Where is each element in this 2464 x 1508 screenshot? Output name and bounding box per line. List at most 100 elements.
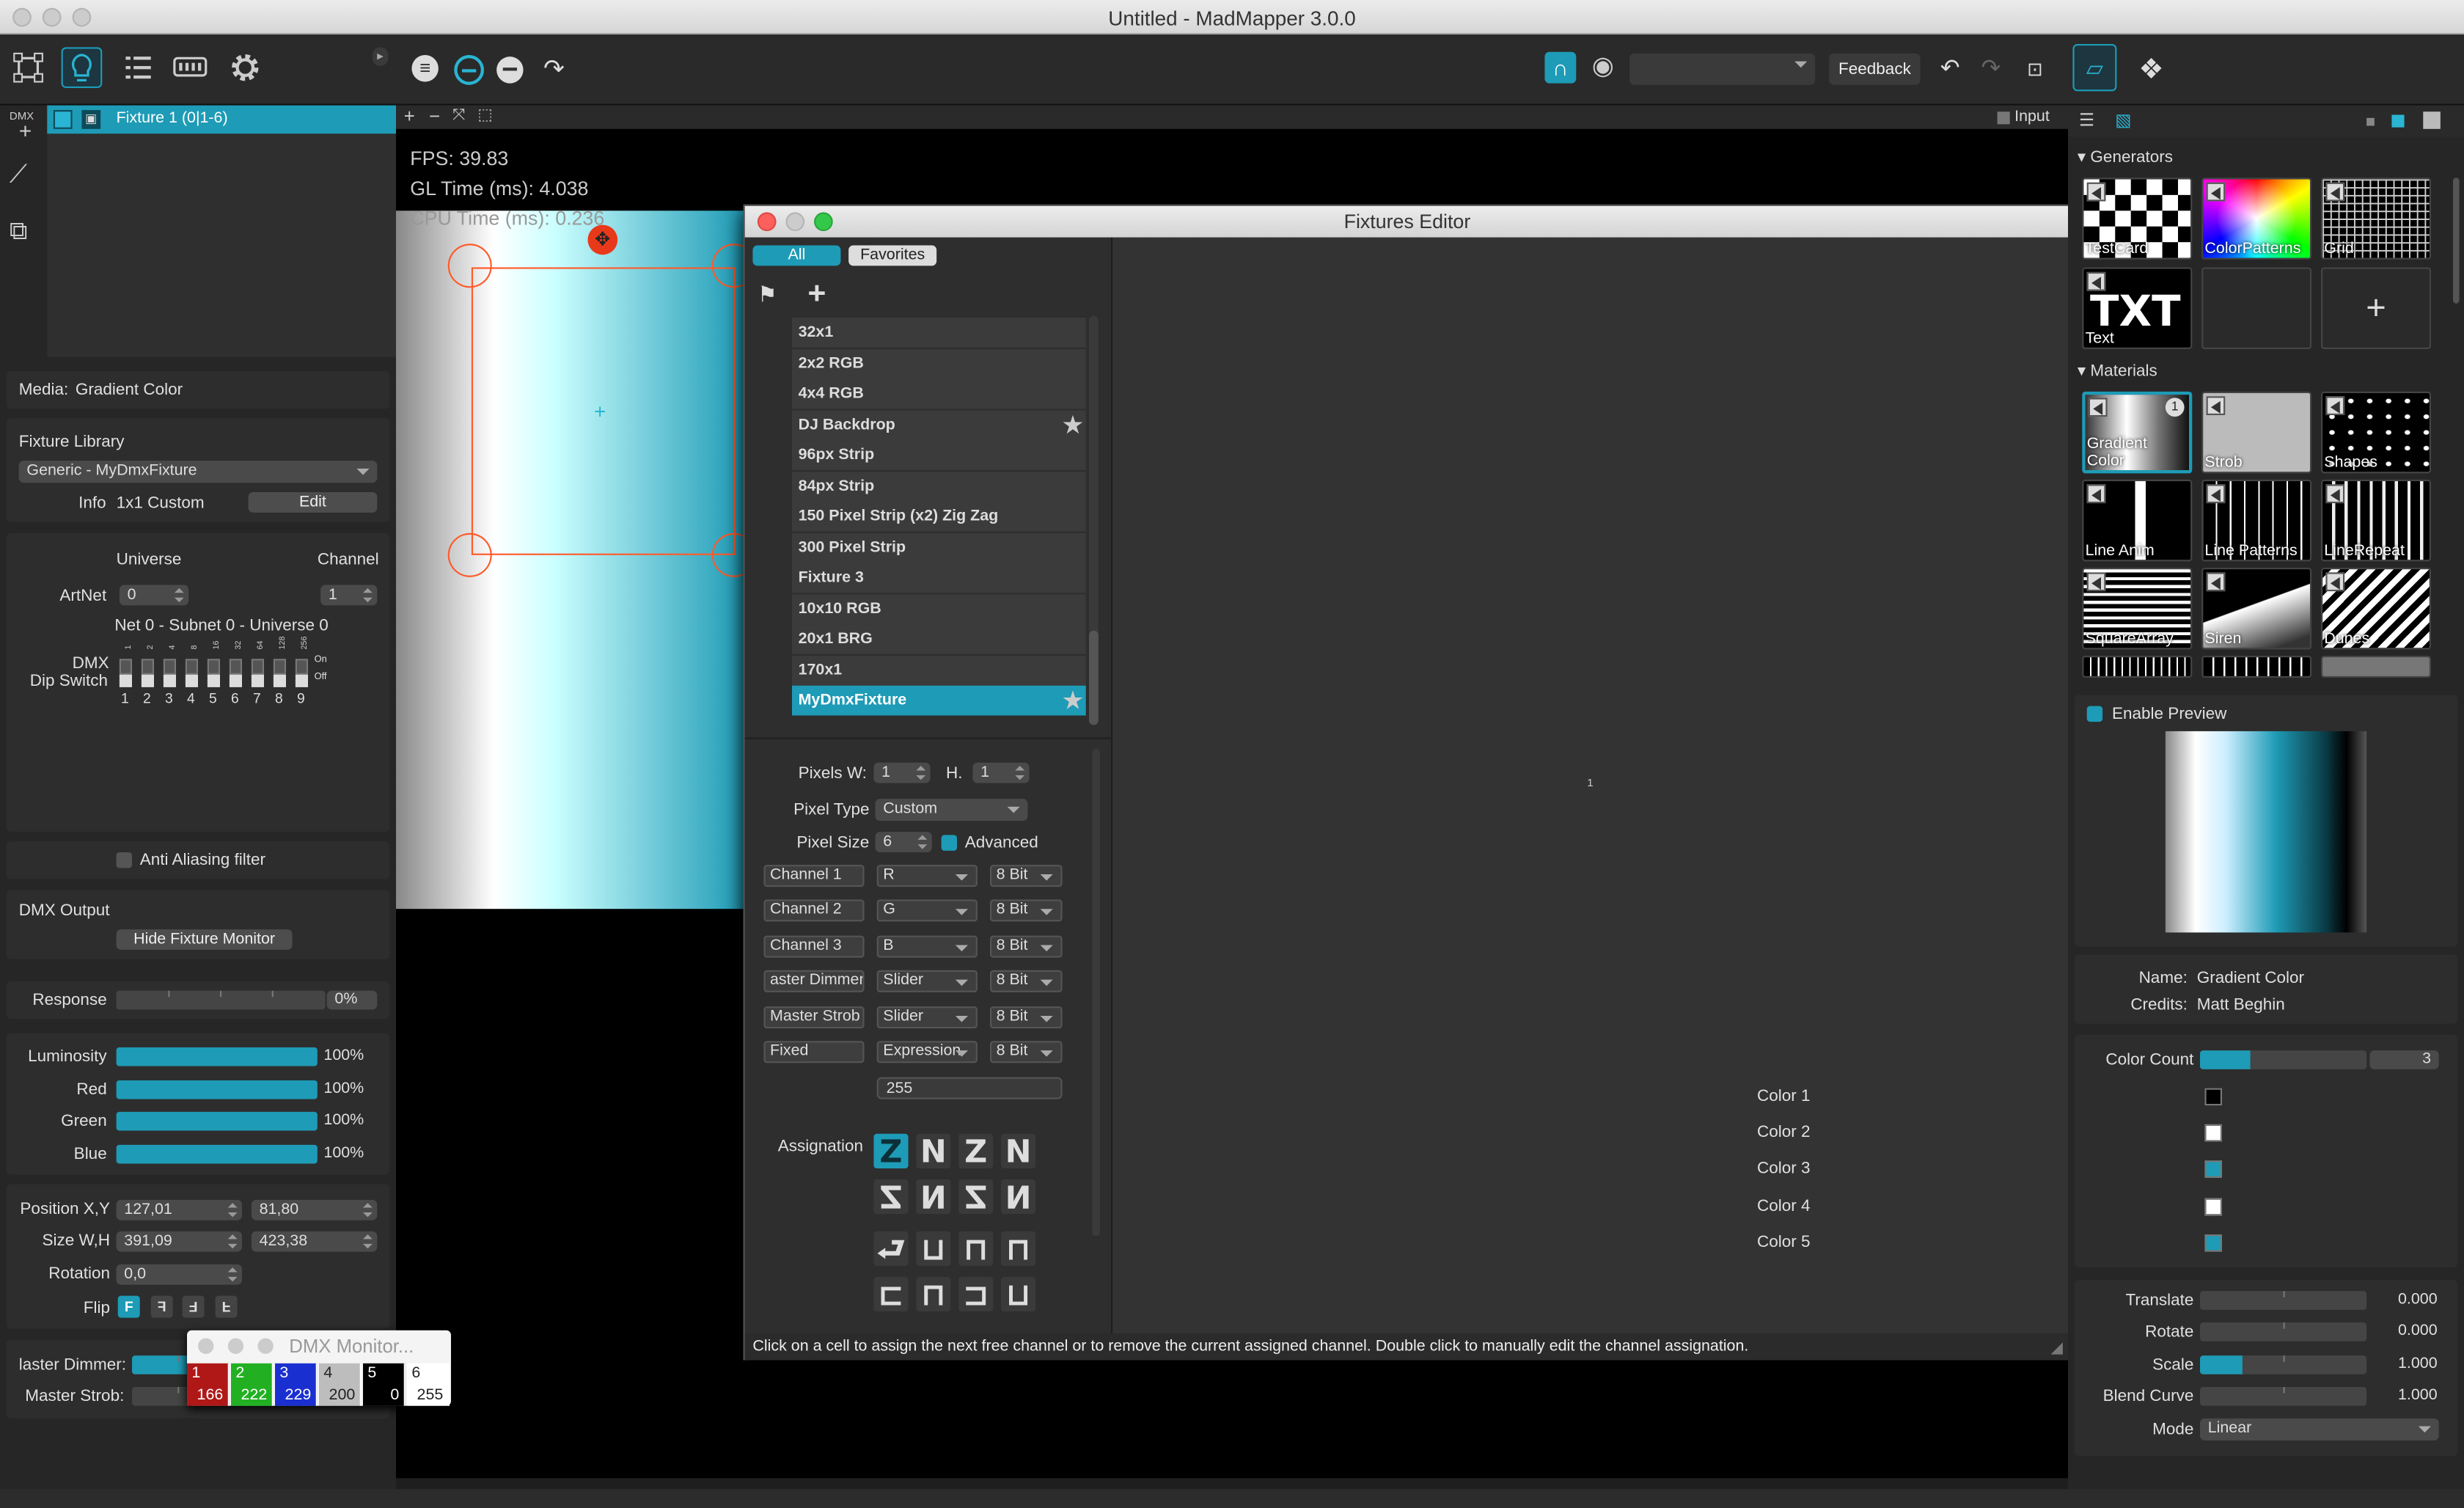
flip-vertical-button[interactable]: F [182, 1295, 205, 1318]
fixture-type-row[interactable]: DJ Backdrop ★ [792, 409, 1086, 440]
assignation-pattern-icon[interactable]: Z [873, 1133, 909, 1168]
size-w-input[interactable]: 391,09 [116, 1231, 242, 1252]
response-slider[interactable] [116, 990, 326, 1010]
fixture-type-row[interactable]: 32x1 [792, 318, 1086, 348]
scale-slider[interactable] [2200, 1355, 2367, 1375]
dip-switch-knob[interactable] [185, 674, 198, 687]
assignation-pattern-icon[interactable]: N [916, 1178, 951, 1215]
fixture-type-row[interactable]: 20x1 BRG [792, 624, 1086, 654]
pixel-size-input[interactable]: 6 [875, 832, 932, 853]
strob-tile[interactable]: Strob [2201, 391, 2312, 474]
assignation-pattern-icon[interactable]: N [916, 1133, 951, 1168]
favorite-star-icon[interactable]: ★ [1063, 686, 1083, 716]
assignation-pattern-icon[interactable]: Z [958, 1133, 994, 1168]
dip-switch-top[interactable] [185, 659, 198, 675]
channel-bits-select[interactable]: 8 Bit [990, 865, 1063, 887]
fixture-type-row[interactable]: MyDmxFixture ★ [792, 685, 1086, 716]
materials-cubes-icon[interactable]: ❖ [2130, 47, 2174, 91]
mode-select[interactable]: Linear [2200, 1418, 2439, 1441]
flip-both-button[interactable]: F [215, 1295, 238, 1318]
channel-name-field[interactable]: Channel 1 [763, 865, 865, 887]
dip-switch-knob[interactable] [229, 674, 242, 687]
display-select[interactable] [1629, 53, 1815, 85]
generators-header[interactable]: ▾ Generators [2078, 148, 2173, 167]
remove-icon[interactable]: − [429, 106, 440, 128]
channel-type-select[interactable]: Slider [876, 1006, 978, 1028]
assignation-pattern-icon[interactable]: ⊓ [1001, 1231, 1036, 1266]
squarearray-tile[interactable]: SquareArray [2082, 567, 2193, 650]
assignation-pattern-icon[interactable]: ⊓ [958, 1231, 994, 1266]
assignation-pattern-icon[interactable]: ⊏ [873, 1277, 909, 1312]
red-slider[interactable] [116, 1080, 318, 1099]
input-checkbox[interactable] [1997, 111, 2010, 125]
green-slider[interactable] [116, 1111, 318, 1131]
fixture-row-selected[interactable]: ▣ Fixture 1 (0|1-6) [47, 105, 397, 134]
play-mode-icon[interactable]: ≡ [411, 55, 439, 82]
grid-tile[interactable]: Grid [2321, 177, 2431, 260]
channel-type-select[interactable]: Expression [876, 1041, 978, 1064]
assignation-pattern-icon[interactable]: ⊔ [916, 1231, 951, 1266]
channel-bits-select[interactable]: 8 Bit [990, 1006, 1063, 1028]
import-flag-icon[interactable]: ⚑ [758, 282, 777, 308]
channel-name-field[interactable]: Channel 3 [763, 935, 865, 958]
translate-slider[interactable] [2200, 1291, 2367, 1310]
fixture-type-row[interactable]: 2x2 RGB [792, 348, 1086, 378]
shapes-tile[interactable]: Shapes [2321, 391, 2431, 474]
assignation-pattern-icon[interactable]: N [1001, 1133, 1036, 1168]
scale-value[interactable]: 1.000 [2398, 1355, 2438, 1373]
partial-tile-2[interactable] [2201, 656, 2312, 678]
add-fixture-icon[interactable]: + [807, 277, 826, 312]
response-value[interactable]: 0% [326, 990, 378, 1010]
redo-icon[interactable]: ↷ [1976, 54, 2007, 85]
fixture-library-select[interactable]: Generic - MyDmxFixture [18, 461, 378, 483]
channel-name-field[interactable]: Fixed [763, 1041, 865, 1064]
magnet-icon[interactable]: ∩ [1544, 51, 1577, 84]
dip-switch-top[interactable] [295, 659, 308, 675]
color-count-value[interactable]: 3 [2369, 1050, 2439, 1069]
pixel-type-select[interactable]: Custom [875, 799, 1028, 821]
fixture-type-row[interactable]: Fixture 3 [792, 563, 1086, 593]
flip-none-button[interactable]: F [117, 1295, 140, 1318]
luminosity-value[interactable]: 100% [323, 1047, 364, 1065]
fixture-type-row[interactable]: 4x4 RGB [792, 378, 1086, 409]
translate-value[interactable]: 0.000 [2398, 1291, 2438, 1308]
add-icon[interactable]: + [404, 106, 415, 128]
rotation-input[interactable]: 0,0 [116, 1264, 242, 1285]
fixture-type-row[interactable]: 300 Pixel Strip [792, 532, 1086, 563]
linerepeat-tile[interactable]: LineRepeat [2321, 479, 2431, 562]
tab-favorites[interactable]: Favorites [848, 245, 937, 266]
channel-bits-select[interactable]: 8 Bit [990, 935, 1063, 958]
channel-name-field[interactable]: aster Dimmer [763, 970, 865, 993]
anti-aliasing-checkbox[interactable] [116, 852, 132, 868]
dip-switch-knob[interactable] [119, 674, 132, 687]
blue-slider[interactable] [116, 1144, 318, 1164]
assignation-pattern-icon[interactable]: N [1001, 1178, 1036, 1215]
output-setup-icon[interactable] [169, 47, 210, 88]
channel-type-select[interactable]: Slider [876, 970, 978, 993]
dmx-add-icon[interactable]: DMX + [10, 111, 44, 146]
dip-switch-knob[interactable] [141, 674, 154, 687]
dip-switch-top[interactable] [141, 659, 154, 675]
settings-gear-icon[interactable] [224, 47, 265, 88]
assignation-pattern-icon[interactable]: ⊐ [958, 1277, 994, 1312]
position-y-input[interactable]: 81,80 [251, 1199, 378, 1220]
large-view-icon[interactable] [2423, 111, 2441, 129]
luminosity-slider[interactable] [116, 1047, 318, 1066]
channel-type-select[interactable]: B [876, 935, 978, 958]
blend-curve-slider[interactable] [2200, 1386, 2367, 1406]
color-swatch[interactable] [2204, 1088, 2222, 1106]
color-swatch[interactable] [2204, 1161, 2222, 1179]
partial-tile-3[interactable] [2321, 656, 2431, 678]
assignation-pattern-icon[interactable]: ⊔ [1001, 1277, 1036, 1312]
fixture-list-scrollbar[interactable] [1089, 315, 1099, 725]
quad-handle-tl[interactable] [447, 244, 492, 288]
dip-switch-knob[interactable] [273, 674, 286, 687]
editor-props-scrollbar[interactable] [1092, 748, 1100, 1237]
fullscreen-icon[interactable]: ⬚ [477, 107, 492, 125]
fixed-value-input[interactable]: 255 [876, 1077, 1063, 1099]
hide-fixture-monitor-button[interactable]: Hide Fixture Monitor [116, 929, 293, 950]
add-layer-icon[interactable]: ⧉ [10, 219, 44, 253]
red-value[interactable]: 100% [323, 1080, 364, 1098]
fixture-type-row[interactable]: 84px Strip [792, 471, 1086, 501]
siren-tile[interactable]: Siren [2201, 567, 2312, 650]
